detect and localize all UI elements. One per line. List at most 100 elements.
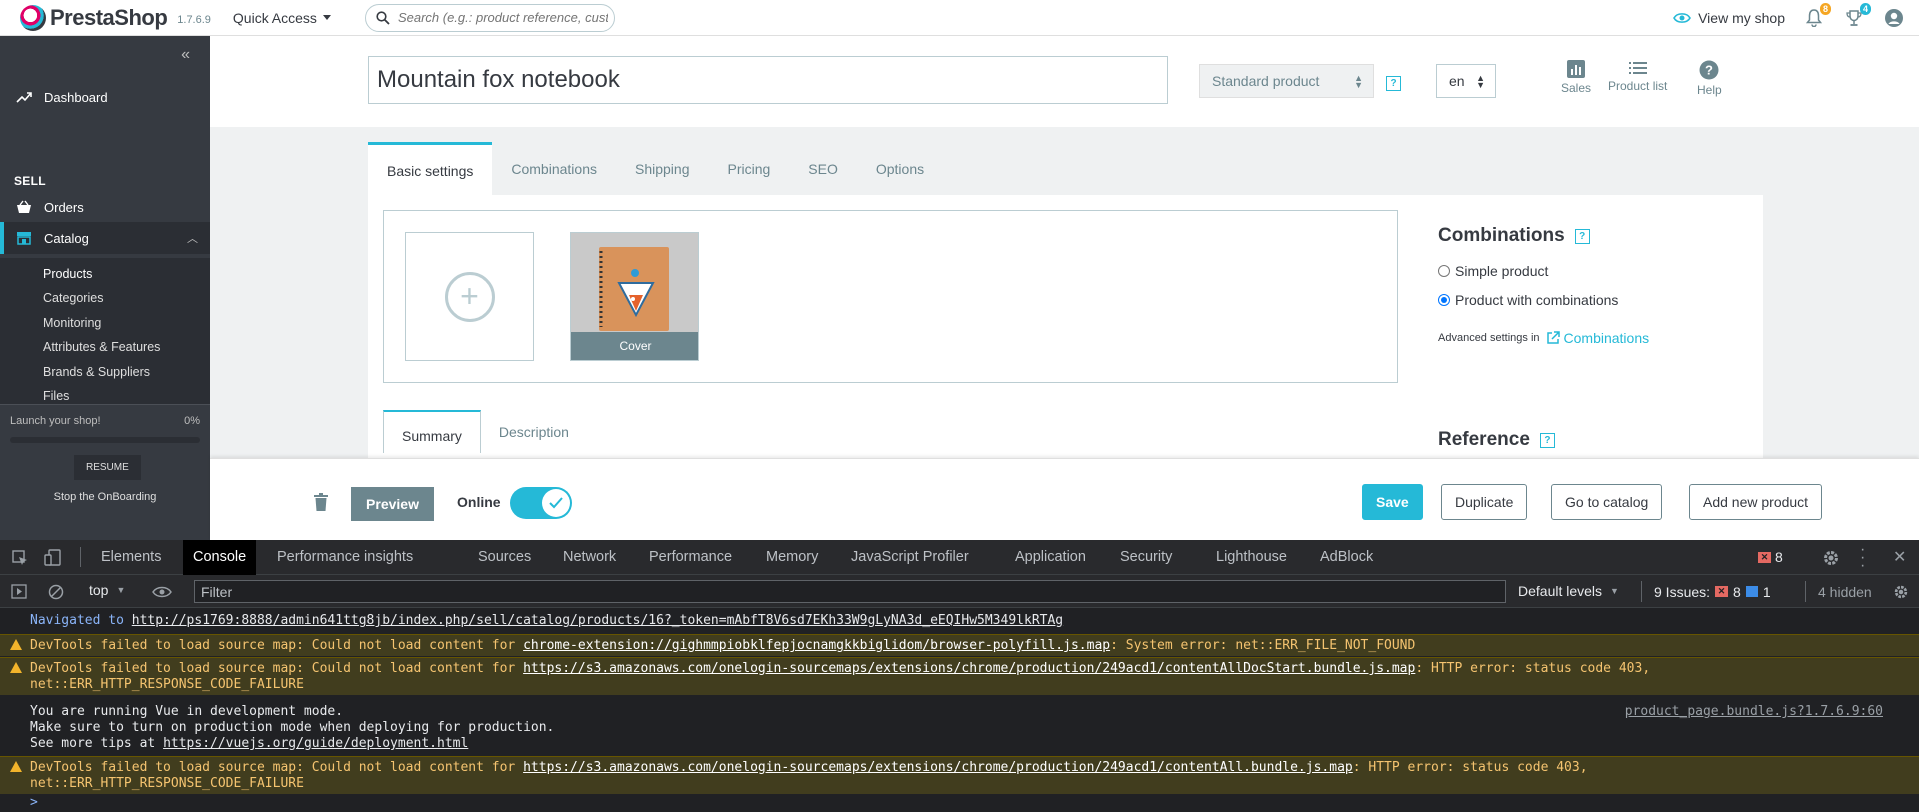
- product-with-combinations-label: Product with combinations: [1455, 292, 1619, 308]
- simple-product-label: Simple product: [1455, 263, 1549, 279]
- sales-button[interactable]: Sales: [1561, 60, 1591, 95]
- view-my-shop-link[interactable]: View my shop: [1673, 10, 1785, 26]
- tab-combinations[interactable]: Combinations: [492, 142, 616, 195]
- tab-basic-settings[interactable]: Basic settings: [368, 142, 493, 195]
- product-name-input[interactable]: Mountain fox notebook: [368, 56, 1168, 104]
- devtools-tab-sources[interactable]: Sources: [478, 549, 531, 565]
- sales-label: Sales: [1561, 81, 1592, 95]
- more-options-icon[interactable]: · · ·: [1860, 542, 1865, 574]
- console-prompt[interactable]: >: [0, 795, 1919, 811]
- console-warning-message: DevTools failed to load source map: Coul…: [0, 657, 1919, 695]
- subtab-summary[interactable]: Summary: [383, 410, 481, 453]
- prestashop-logo[interactable]: PrestaShop 1.7.6.9: [20, 4, 211, 31]
- close-devtools-icon[interactable]: ✕: [1893, 547, 1906, 567]
- notifications-button[interactable]: 8: [1803, 3, 1831, 29]
- combinations-help-icon[interactable]: ?: [1574, 228, 1590, 244]
- quick-access-dropdown[interactable]: Quick Access: [233, 10, 331, 26]
- inspect-element-icon[interactable]: [12, 550, 28, 566]
- add-image-button[interactable]: +: [405, 232, 534, 361]
- product-type-select[interactable]: Standard product ▲ ▼: [1199, 64, 1374, 98]
- submenu-item-files[interactable]: Files: [43, 389, 69, 403]
- dropdown-arrow-icon: ▼: [116, 585, 126, 595]
- submenu-item-monitoring[interactable]: Monitoring: [43, 316, 101, 330]
- settings-gear-icon[interactable]: [1822, 549, 1840, 567]
- sidebar-item-orders[interactable]: Orders: [0, 194, 210, 220]
- product-with-combinations-option[interactable]: Product with combinations: [1438, 292, 1618, 308]
- product-tabs: Basic settings Combinations Shipping Pri…: [368, 142, 943, 195]
- product-type-help-icon[interactable]: ?: [1386, 76, 1401, 91]
- orders-notifications-button[interactable]: 4: [1843, 3, 1871, 29]
- top-header: PrestaShop 1.7.6.9 Quick Access View my …: [0, 0, 1919, 36]
- console-settings-gear-icon[interactable]: [1893, 584, 1909, 600]
- online-toggle[interactable]: [510, 487, 572, 519]
- submenu-item-attributes-features[interactable]: Attributes & Features: [43, 340, 160, 354]
- collapse-sidebar-icon[interactable]: «: [181, 46, 190, 64]
- devtools-tab-elements[interactable]: Elements: [101, 549, 161, 565]
- save-button[interactable]: Save: [1362, 484, 1423, 520]
- devtools-tab-memory[interactable]: Memory: [766, 549, 818, 565]
- navigated-url-link[interactable]: http://ps1769:8888/admin641ttg8jb/index.…: [132, 613, 1063, 628]
- warning-url-link[interactable]: https://s3.amazonaws.com/onelogin-source…: [523, 661, 1415, 676]
- sidebar-item-label: Orders: [44, 199, 84, 215]
- issue-error-icon: ✕: [1715, 586, 1729, 597]
- warning-url-link[interactable]: https://s3.amazonaws.com/onelogin-source…: [523, 760, 1353, 775]
- vue-tips-prefix: See more tips at: [30, 736, 156, 751]
- simple-product-radio[interactable]: [1438, 265, 1450, 277]
- sidebar-item-catalog[interactable]: Catalog ︿: [0, 222, 210, 254]
- log-levels-dropdown[interactable]: Default levels ▼: [1518, 583, 1619, 599]
- trash-icon[interactable]: [314, 493, 328, 511]
- warning-suffix: : HTTP error: status code 403,: [1352, 760, 1588, 775]
- show-sidebar-icon[interactable]: [11, 584, 27, 599]
- submenu-item-brands-suppliers[interactable]: Brands & Suppliers: [43, 365, 150, 379]
- clear-console-icon[interactable]: [48, 584, 64, 600]
- duplicate-button[interactable]: Duplicate: [1441, 484, 1528, 520]
- devtools-tab-security[interactable]: Security: [1120, 549, 1172, 565]
- console-filter-input[interactable]: Filter: [194, 580, 1506, 603]
- warning-url-link[interactable]: chrome-extension://gighmmpiobklfepjocnam…: [523, 638, 1110, 653]
- search-input[interactable]: [397, 10, 608, 25]
- store-icon: [17, 232, 31, 245]
- preview-button[interactable]: Preview: [351, 487, 434, 521]
- device-toolbar-icon[interactable]: [44, 549, 62, 567]
- devtools-tab-console[interactable]: Console: [183, 540, 257, 575]
- vue-docs-link[interactable]: https://vuejs.org/guide/deployment.html: [163, 736, 468, 751]
- go-to-catalog-button[interactable]: Go to catalog: [1551, 484, 1663, 520]
- simple-product-option[interactable]: Simple product: [1438, 263, 1548, 279]
- sidebar-item-dashboard[interactable]: Dashboard: [0, 84, 210, 110]
- submenu-item-categories[interactable]: Categories: [43, 291, 103, 305]
- notebook-image: [571, 233, 698, 334]
- help-button[interactable]: ? Help: [1697, 60, 1722, 97]
- devtools-tab-js-profiler[interactable]: JavaScript Profiler: [851, 549, 969, 565]
- subtab-description[interactable]: Description: [481, 410, 587, 453]
- warning-icon: [10, 662, 22, 673]
- submenu-item-products[interactable]: Products: [43, 267, 92, 281]
- reference-help-icon[interactable]: ?: [1539, 432, 1555, 448]
- language-select[interactable]: en ▲ ▼: [1436, 64, 1496, 98]
- devtools-tab-application[interactable]: Application: [1015, 549, 1086, 565]
- stop-onboarding-link[interactable]: Stop the OnBoarding: [0, 491, 210, 503]
- live-expression-eye-icon[interactable]: [152, 586, 172, 598]
- product-list-button[interactable]: Product list: [1608, 60, 1667, 93]
- advanced-combinations-link[interactable]: Combinations: [1546, 330, 1649, 346]
- console-log-message: You are running Vue in development mode.…: [0, 700, 1919, 756]
- source-location-link[interactable]: product_page.bundle.js?1.7.6.9:60: [1625, 704, 1883, 720]
- devtools-tab-adblock[interactable]: AdBlock: [1320, 549, 1373, 565]
- devtools-tab-network[interactable]: Network: [563, 549, 616, 565]
- devtools-tab-performance-insights[interactable]: Performance insights: [277, 549, 413, 565]
- product-with-combinations-radio[interactable]: [1438, 294, 1450, 306]
- add-new-product-button[interactable]: Add new product: [1689, 484, 1823, 520]
- resume-onboarding-button[interactable]: RESUME: [74, 455, 141, 480]
- tab-pricing[interactable]: Pricing: [708, 142, 789, 195]
- cover-image-thumbnail[interactable]: Cover: [570, 232, 699, 361]
- tab-shipping[interactable]: Shipping: [616, 142, 709, 195]
- context-select[interactable]: top ▼: [89, 582, 125, 598]
- devtools-tab-lighthouse[interactable]: Lighthouse: [1216, 549, 1287, 565]
- search-box[interactable]: [364, 3, 615, 32]
- error-count-indicator[interactable]: ✕ 8: [1758, 549, 1783, 565]
- employee-account-button[interactable]: [1883, 7, 1905, 29]
- devtools-tab-performance[interactable]: Performance: [649, 549, 732, 565]
- combinations-heading: Combinations ?: [1438, 225, 1590, 247]
- issues-counter[interactable]: 9 Issues: ✕ 8 1: [1641, 581, 1771, 602]
- tab-seo[interactable]: SEO: [789, 142, 857, 195]
- tab-options[interactable]: Options: [857, 142, 943, 195]
